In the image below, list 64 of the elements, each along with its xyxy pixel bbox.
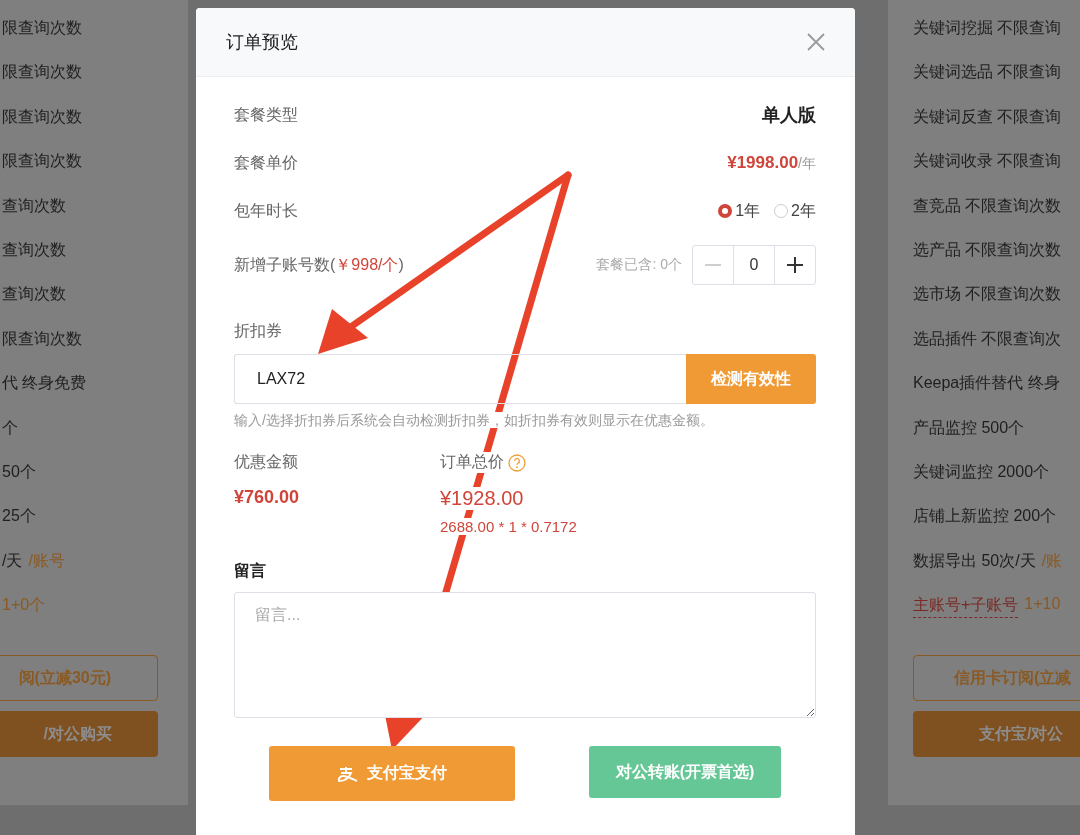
account-count: 1+0个: [2, 595, 46, 616]
dialog-title: 订单预览: [226, 31, 298, 54]
subscribe-button[interactable]: 阅(立减30元): [0, 655, 158, 702]
check-button[interactable]: 检测有效性: [686, 354, 816, 404]
feature-unit: /账: [1041, 550, 1063, 571]
feature-text: 限查询次数: [2, 18, 82, 38]
feature-text: 产品监控 500个: [913, 417, 1025, 438]
feature-text: 限查询次数: [2, 151, 82, 172]
plus-icon: [787, 257, 803, 273]
total-amount: ¥1928.00: [440, 487, 524, 510]
unit-price: ¥1998.00: [727, 153, 799, 172]
field-label: 套餐单价: [234, 152, 298, 173]
feature-text: 限查询次数: [2, 106, 82, 127]
feature-text: 选市场 不限查询次数: [913, 284, 1062, 305]
feature-text: 限查询次数: [2, 62, 82, 83]
field-label: 优惠金额: [234, 452, 298, 472]
feature-text: 店铺上新监控 200个: [913, 506, 1057, 527]
alipay-icon: [337, 765, 359, 782]
coupon-field[interactable]: LAX72: [234, 354, 686, 404]
quantity-value: 0: [733, 246, 775, 284]
feature-text: 选产品 不限查询次数: [913, 239, 1062, 260]
feature-text: 数据导出 50次/天: [913, 550, 1036, 571]
included-count: 套餐已含: 0个: [596, 256, 682, 274]
buy-button[interactable]: /对公购买: [0, 711, 158, 758]
feature-text: 50个: [2, 461, 36, 482]
feature-text: 代 终身免费: [2, 373, 87, 394]
price-formula: 2688.00 * 1 * 0.7172: [440, 518, 577, 535]
feature-text: 关键词收录 不限查询: [913, 151, 1062, 172]
plan-value: 单人版: [762, 104, 816, 127]
feature-text: 关键词监控 2000个: [913, 461, 1050, 482]
feature-text: 查询次数: [2, 284, 66, 305]
feature-text: Keepa插件替代 终身: [913, 373, 1060, 394]
alipay-button[interactable]: 支付宝支付: [269, 746, 515, 801]
transfer-button[interactable]: 对公转账(开票首选): [589, 746, 781, 798]
field-label: 套餐类型: [234, 104, 298, 125]
feature-text: 选品插件 不限查询次: [913, 328, 1062, 349]
message-field[interactable]: 留言...: [234, 592, 816, 718]
feature-text: 查询次数: [2, 195, 66, 216]
field-label: 包年时长: [234, 200, 298, 221]
field-label: 新增子账号数(￥998/个): [234, 254, 404, 275]
feature-text: 关键词挖掘 不限查询: [913, 18, 1062, 38]
close-icon[interactable]: [807, 33, 825, 51]
field-label: 留言: [234, 561, 267, 581]
feature-text: 关键词选品 不限查询: [913, 62, 1062, 83]
feature-text: /天: [2, 550, 23, 571]
account-label: 主账号+子账号: [913, 595, 1019, 619]
year-radio[interactable]: 2年: [774, 200, 816, 222]
discount-amount: ¥760.00: [234, 487, 300, 508]
buy-button[interactable]: 支付宝/对公: [913, 711, 1080, 758]
feature-text: 限查询次数: [2, 328, 82, 349]
field-label: 订单总价: [440, 452, 504, 473]
feature-text: 个: [2, 417, 18, 438]
feature-text: 关键词反查 不限查询: [913, 106, 1062, 127]
feature-unit: /账号: [28, 550, 65, 571]
help-icon[interactable]: [508, 453, 526, 472]
price-unit: /年: [798, 155, 816, 171]
feature-text: 25个: [2, 506, 36, 527]
feature-text: 查询次数: [2, 239, 66, 260]
feature-text: 查竞品 不限查询次数: [913, 195, 1062, 216]
field-label: 折扣券: [234, 321, 283, 341]
year-radio[interactable]: 1年: [718, 200, 761, 222]
subscribe-button[interactable]: 信用卡订阅(立减: [913, 655, 1080, 702]
account-count: 1+10: [1024, 595, 1061, 614]
minus-icon: [705, 264, 721, 266]
